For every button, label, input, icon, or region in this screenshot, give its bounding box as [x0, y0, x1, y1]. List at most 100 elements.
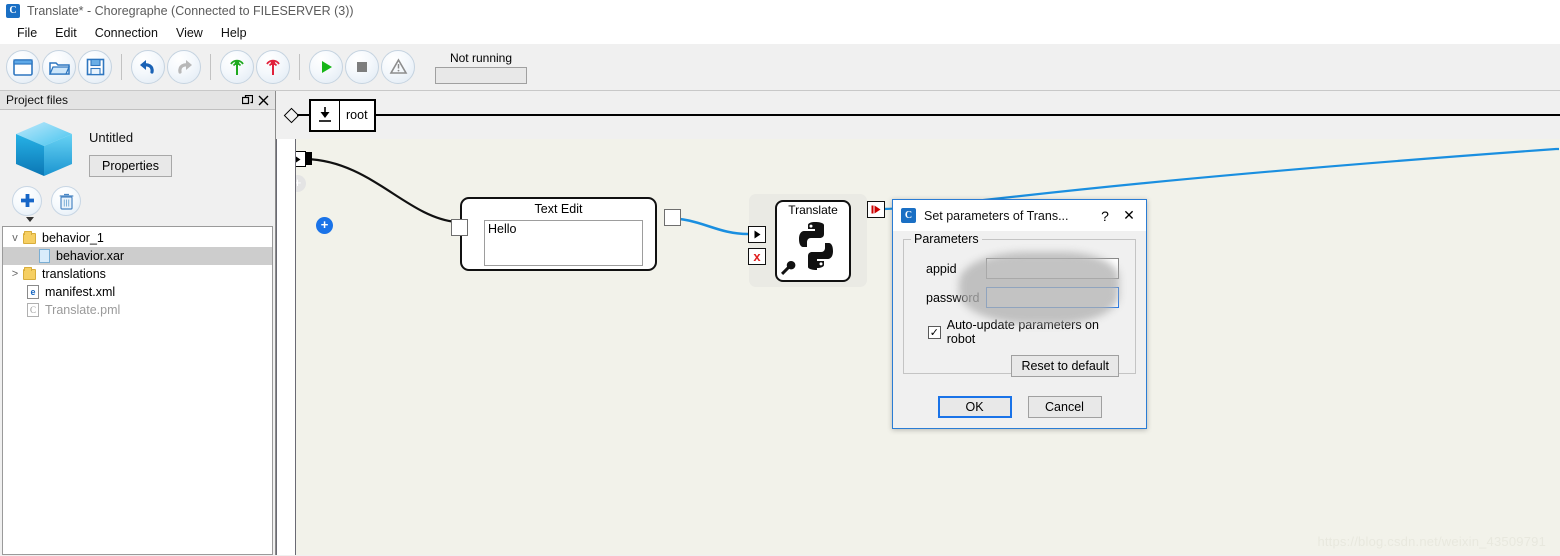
close-icon[interactable] [255, 92, 271, 108]
menu-file[interactable]: File [8, 24, 46, 42]
translate-error-port-label: x [753, 249, 761, 264]
run-progress-bar [435, 66, 527, 84]
chevron-down-icon[interactable] [26, 217, 34, 222]
folder-icon [23, 266, 36, 280]
toolbar-separator-1 [121, 54, 122, 80]
text-edit-output-port[interactable] [664, 209, 681, 226]
document-icon [39, 249, 50, 263]
flow-entry-port[interactable] [296, 151, 312, 167]
chevron-down-icon[interactable]: v [7, 232, 23, 244]
appid-input[interactable] [986, 258, 1119, 279]
dialog-close-icon[interactable]: ✕ [1116, 207, 1142, 224]
warning-icon[interactable] [381, 50, 415, 84]
translate-output-port[interactable] [867, 201, 885, 218]
auto-update-label: Auto-update parameters on robot [946, 318, 1099, 346]
tree-item-manifest-xml[interactable]: e manifest.xml [3, 283, 272, 301]
reset-to-default-button[interactable]: Reset to default [1011, 355, 1119, 377]
tree-item-behavior-xar[interactable]: behavior.xar [3, 247, 272, 265]
cancel-button[interactable]: Cancel [1027, 396, 1102, 418]
properties-button[interactable]: Properties [89, 155, 172, 177]
project-file-tree[interactable]: v behavior_1 behavior.xar > translations… [2, 226, 273, 555]
tree-item-label: translations [42, 267, 106, 281]
run-status: Not running [435, 51, 527, 84]
parameters-legend: Parameters [911, 232, 982, 246]
set-parameters-dialog[interactable]: C Set parameters of Trans... ? ✕ Paramet… [892, 199, 1147, 429]
window-titlebar: C Translate* - Choregraphe (Connected to… [0, 0, 1560, 22]
tree-item-label: behavior_1 [42, 231, 104, 245]
appid-row: appid [912, 258, 1127, 279]
python-icon [799, 222, 833, 270]
node-translate-body: Translate [775, 200, 851, 282]
project-header: Untitled Properties [0, 110, 275, 180]
app-icon: C [6, 3, 20, 18]
password-input[interactable] [986, 287, 1119, 308]
tree-item-behavior-1[interactable]: v behavior_1 [3, 229, 272, 247]
project-cube-icon [13, 120, 75, 180]
run-status-label: Not running [449, 50, 513, 65]
add-box-button[interactable]: + [316, 217, 333, 234]
project-files-titlebar: Project files [0, 91, 275, 110]
dialog-titlebar: C Set parameters of Trans... ? ✕ [893, 200, 1146, 231]
project-files-title: Project files [6, 93, 69, 107]
toolbar-separator-2 [210, 54, 211, 80]
dialog-body: Parameters appid password ✓ Auto-update … [893, 231, 1146, 430]
delete-item-button[interactable] [51, 186, 81, 216]
window-title: Translate* - Choregraphe (Connected to F… [27, 3, 354, 18]
dialog-buttons: OK Cancel [893, 396, 1146, 418]
project-files-panel: Project files Untitled Properties v beha… [0, 91, 276, 555]
breadcrumb: root [276, 91, 1560, 139]
text-edit-input[interactable]: Hello [484, 220, 643, 266]
tree-item-label: Translate.pml [45, 303, 121, 317]
translate-error-port[interactable]: x [748, 248, 766, 265]
menu-view[interactable]: View [167, 24, 212, 42]
redo-icon[interactable] [167, 50, 201, 84]
anchor-icon [311, 100, 340, 130]
pml-file-icon: C [27, 303, 39, 317]
tree-item-translations[interactable]: > translations [3, 265, 272, 283]
reset-row: Reset to default [912, 346, 1127, 377]
toolbar-separator-3 [299, 54, 300, 80]
auto-update-checkbox[interactable]: ✓ [928, 325, 941, 339]
new-window-icon[interactable] [6, 50, 40, 84]
breadcrumb-trailing-line [375, 114, 1560, 116]
menu-connection[interactable]: Connection [86, 24, 167, 42]
translate-input-port[interactable] [748, 226, 766, 243]
tree-item-label: behavior.xar [56, 249, 125, 263]
main-area: Project files Untitled Properties v beha… [0, 91, 1560, 555]
breadcrumb-root-label: root [346, 108, 368, 122]
project-action-buttons [0, 180, 275, 222]
connect-icon[interactable] [220, 50, 254, 84]
appid-label: appid [926, 261, 957, 276]
float-icon[interactable] [239, 92, 255, 108]
parameters-group: Parameters appid password ✓ Auto-update … [903, 232, 1136, 377]
add-item-button[interactable] [12, 186, 42, 222]
auto-update-row[interactable]: ✓ Auto-update parameters on robot [928, 318, 1127, 346]
help-icon[interactable]: ? [1094, 208, 1116, 224]
watermark-text: https://blog.csdn.net/weixin_43509791 [1317, 534, 1546, 549]
undo-icon[interactable] [131, 50, 165, 84]
breadcrumb-diamond-icon[interactable] [283, 107, 300, 123]
wrench-icon[interactable] [780, 260, 797, 277]
node-text-edit[interactable]: Text Edit Hello [460, 197, 657, 271]
chevron-right-icon[interactable]: > [7, 268, 23, 280]
canvas-left-gutter [276, 139, 296, 555]
menubar: File Edit Connection View Help [0, 22, 1560, 44]
disconnect-icon[interactable] [256, 50, 290, 84]
stop-icon[interactable] [345, 50, 379, 84]
play-icon[interactable] [309, 50, 343, 84]
toolbar: Not running [0, 44, 1560, 91]
dialog-title: Set parameters of Trans... [924, 208, 1069, 223]
save-icon[interactable] [78, 50, 112, 84]
menu-help[interactable]: Help [212, 24, 256, 42]
open-folder-icon[interactable] [42, 50, 76, 84]
tree-item-translate-pml[interactable]: C Translate.pml [3, 301, 272, 319]
xml-file-icon: e [27, 285, 39, 299]
ok-button[interactable]: OK [937, 396, 1012, 418]
menu-edit[interactable]: Edit [46, 24, 86, 42]
node-text-edit-title: Text Edit [534, 202, 583, 216]
node-translate[interactable]: Translate [749, 194, 867, 287]
breadcrumb-root-node[interactable]: root [309, 98, 376, 132]
text-edit-input-port[interactable] [451, 219, 468, 236]
node-translate-title: Translate [788, 203, 838, 217]
tree-item-label: manifest.xml [45, 285, 116, 299]
